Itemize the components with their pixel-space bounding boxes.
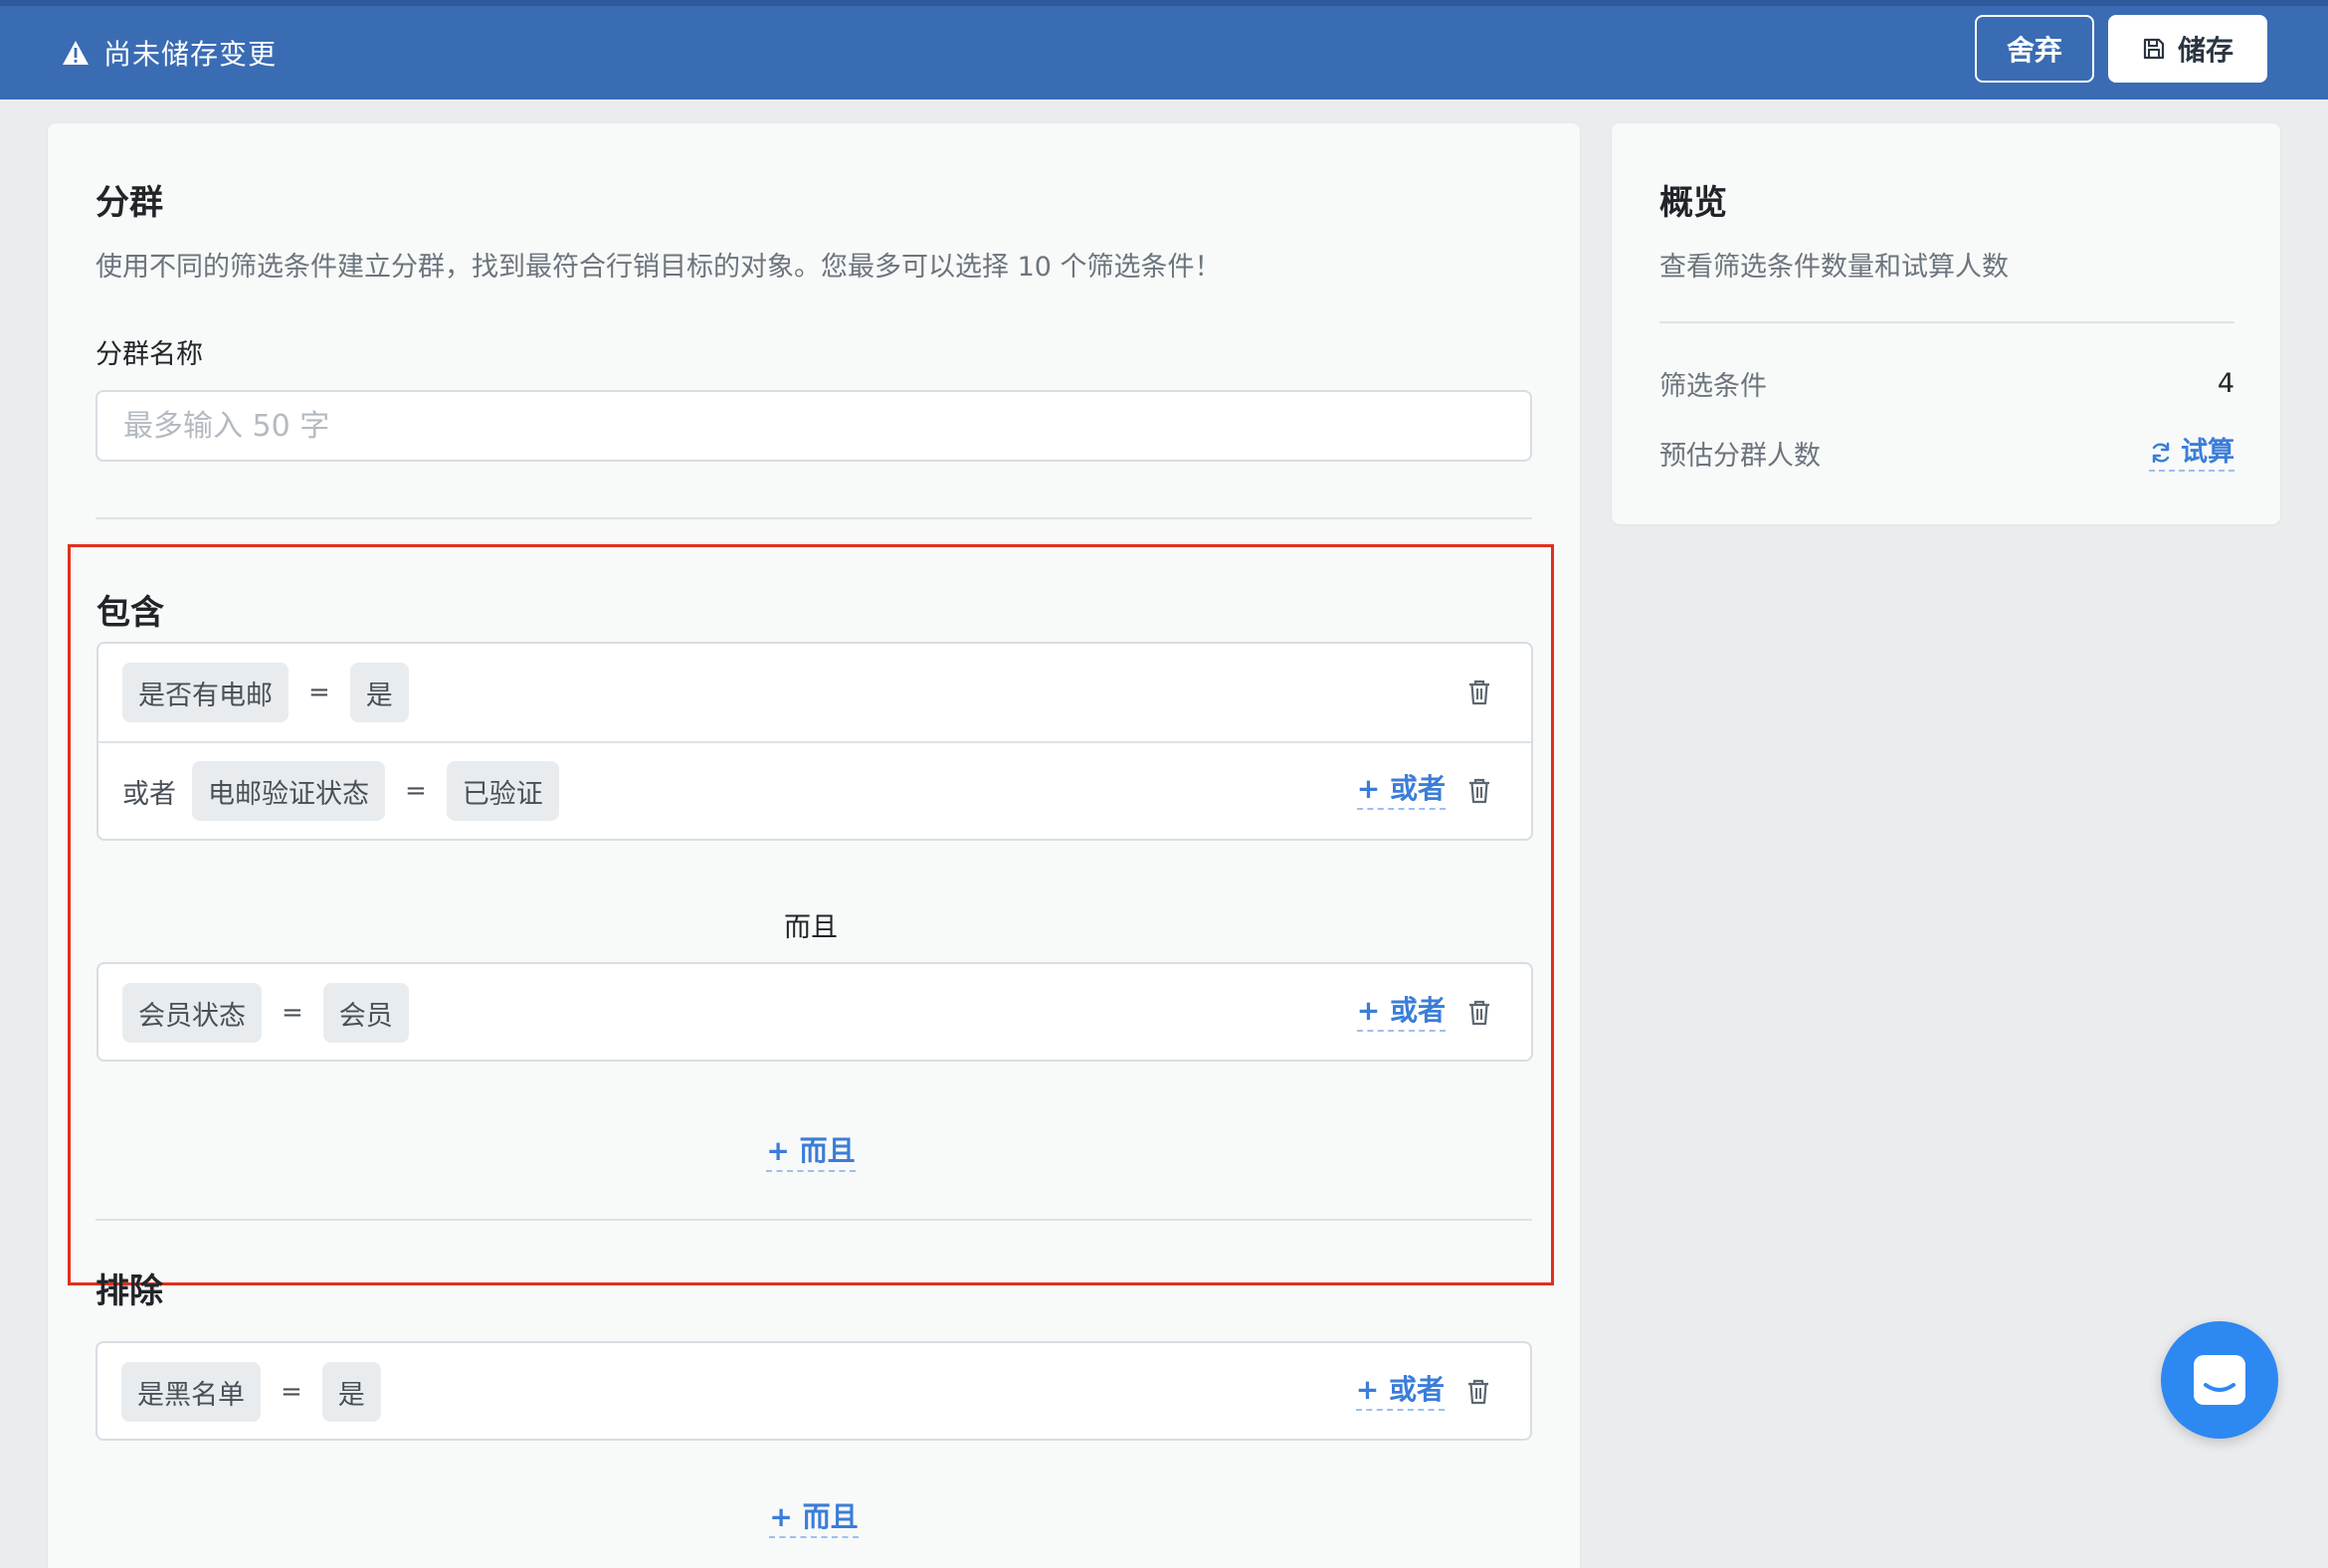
add-or-link[interactable]: + 或者: [1356, 772, 1446, 810]
trash-icon[interactable]: [1467, 1000, 1491, 1026]
divider: [96, 1219, 1532, 1221]
include-section: 包含 是否有电邮 = 是 或者 电邮验证状态 = 已验证 + 或者 而且 会员状…: [68, 544, 1554, 1285]
condition-value[interactable]: 会员: [322, 983, 409, 1043]
row-actions: + 或者: [1356, 964, 1491, 1062]
condition-operator: =: [281, 1377, 302, 1407]
chat-icon: [2194, 1355, 2245, 1405]
condition-value[interactable]: 已验证: [446, 761, 559, 821]
overview-description: 查看筛选条件数量和试算人数: [1659, 252, 2009, 283]
condition-row: 是否有电邮 = 是: [98, 644, 1531, 741]
warning-text: 尚未储存变更: [103, 38, 278, 71]
estimate-row: 预估分群人数 试算: [1659, 434, 2234, 473]
estimate-button-label: 试算: [2181, 436, 2234, 468]
segment-description: 使用不同的筛选条件建立分群，找到最符合行销目标的对象。您最多可以选择 10 个筛…: [96, 252, 1222, 283]
discard-button-label: 舍弃: [2006, 34, 2062, 67]
row-actions: + 或者: [1355, 1343, 1490, 1441]
overview-title: 概览: [1659, 183, 1727, 223]
segment-name-label: 分群名称: [96, 339, 203, 370]
save-button-label: 储存: [2177, 34, 2233, 67]
row-actions: + 或者: [1356, 743, 1491, 839]
add-and-link[interactable]: + 而且: [769, 1500, 859, 1538]
save-button[interactable]: 储存: [2108, 15, 2267, 83]
condition-row: 或者 电邮验证状态 = 已验证 + 或者: [98, 741, 1531, 839]
filter-count-row: 筛选条件 4: [1659, 364, 2234, 403]
segment-name-input[interactable]: [96, 390, 1532, 462]
segment-card: 分群 使用不同的筛选条件建立分群，找到最符合行销目标的对象。您最多可以选择 10…: [48, 123, 1580, 1568]
trash-icon[interactable]: [1467, 680, 1491, 705]
estimate-button[interactable]: 试算: [2149, 436, 2234, 472]
filter-count-label: 筛选条件: [1659, 371, 1767, 402]
exclude-group: 是黑名单 = 是 + 或者: [96, 1341, 1532, 1441]
floppy-disk-icon: [2143, 38, 2165, 60]
unsaved-changes-bar: 尚未储存变更 舍弃 储存: [0, 0, 2328, 99]
condition-operator: =: [308, 678, 330, 707]
divider: [1659, 321, 2234, 323]
add-and-row: + 而且: [71, 1134, 1551, 1172]
exclude-title: 排除: [96, 1272, 163, 1311]
add-and-row: + 而且: [48, 1500, 1580, 1538]
include-group-1: 是否有电邮 = 是 或者 电邮验证状态 = 已验证 + 或者: [97, 642, 1533, 841]
discard-button[interactable]: 舍弃: [1975, 15, 2094, 83]
condition-value[interactable]: 是: [349, 663, 409, 722]
add-and-link[interactable]: + 而且: [766, 1134, 856, 1172]
or-prefix-label: 或者: [122, 778, 176, 810]
topbar-actions: 舍弃 储存: [1975, 15, 2267, 83]
condition-field[interactable]: 会员状态: [122, 983, 262, 1043]
include-title: 包含: [97, 593, 164, 633]
condition-operator: =: [405, 776, 427, 806]
unsaved-warning: 尚未储存变更: [62, 33, 277, 73]
segment-title: 分群: [96, 183, 163, 223]
condition-field[interactable]: 是黑名单: [121, 1362, 261, 1422]
condition-field[interactable]: 是否有电邮: [122, 663, 289, 722]
add-or-link[interactable]: + 或者: [1355, 1373, 1445, 1411]
condition-row: 是黑名单 = 是 + 或者: [97, 1343, 1530, 1441]
add-or-link[interactable]: + 或者: [1356, 994, 1446, 1032]
chat-launcher-button[interactable]: [2161, 1321, 2278, 1439]
filter-count-value: 4: [2217, 368, 2234, 399]
condition-operator: =: [282, 998, 303, 1028]
divider: [96, 517, 1532, 519]
trash-icon[interactable]: [1466, 1379, 1490, 1405]
condition-row: 会员状态 = 会员 + 或者: [98, 964, 1531, 1062]
trash-icon[interactable]: [1467, 778, 1491, 804]
overview-card: 概览 查看筛选条件数量和试算人数 筛选条件 4 预估分群人数 试算: [1612, 123, 2280, 524]
include-group-2: 会员状态 = 会员 + 或者: [97, 962, 1533, 1062]
condition-value[interactable]: 是: [321, 1362, 381, 1422]
condition-field[interactable]: 电邮验证状态: [192, 761, 385, 821]
refresh-icon: [2152, 442, 2170, 463]
estimate-label: 预估分群人数: [1659, 441, 1821, 472]
warning-icon: [63, 41, 89, 65]
page: 尚未储存变更 舍弃 储存 分群 使用不同的筛选条件建立分群，找到最符合行销目标的…: [0, 0, 2328, 1568]
and-separator: 而且: [784, 912, 838, 943]
row-actions: [1467, 644, 1491, 741]
